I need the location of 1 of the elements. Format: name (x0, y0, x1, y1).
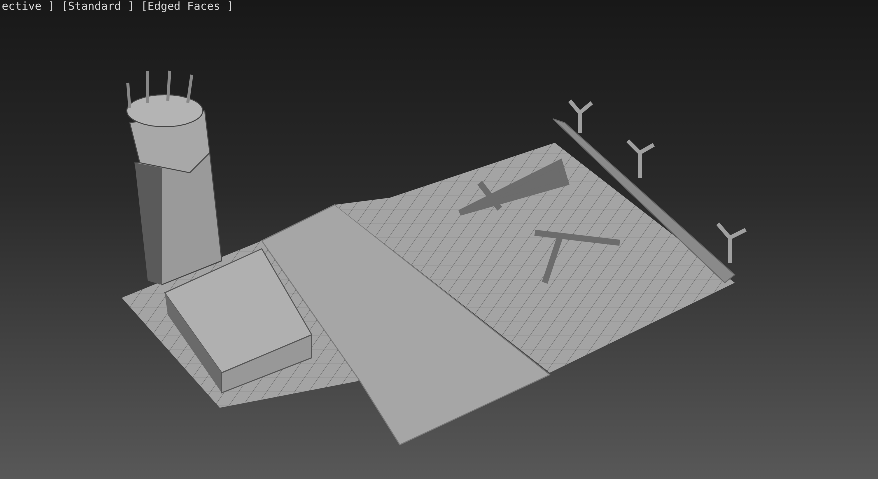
viewport-label: ective ] [Standard ] [Edged Faces ] (1, 0, 234, 13)
